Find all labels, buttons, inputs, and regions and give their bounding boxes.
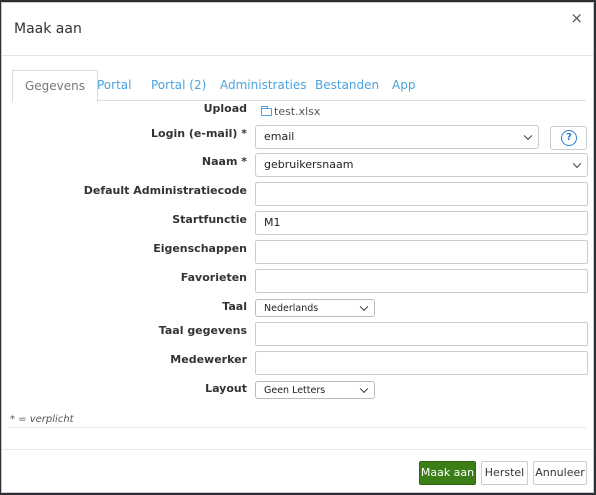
taal-gegevens-label: Taal gegevens	[158, 324, 247, 337]
startfunctie-input[interactable]: M1	[255, 211, 588, 235]
help-icon: ?	[561, 130, 577, 146]
reset-button[interactable]: Herstel	[481, 461, 528, 485]
default-admin-label: Default Administratiecode	[83, 184, 247, 197]
taal-select[interactable]: Nederlands	[255, 299, 375, 317]
upload-label: Upload	[203, 102, 247, 115]
required-note: * = verplicht	[10, 414, 74, 425]
dialog-title: Maak aan	[14, 21, 82, 37]
layout-select[interactable]: Geen Letters	[255, 381, 375, 399]
tab-portal[interactable]: Portal	[97, 70, 131, 101]
form-divider	[8, 427, 586, 428]
layout-select-value: Geen Letters	[264, 385, 326, 396]
naam-select-value: gebruikersnaam	[264, 158, 354, 171]
eigenschappen-label: Eigenschappen	[153, 242, 247, 255]
cancel-button[interactable]: Annuleer	[533, 461, 587, 485]
tab-bar: Gegevens Portal Portal (2) Administratie…	[12, 70, 586, 102]
login-select[interactable]: email	[255, 125, 539, 149]
medewerker-label: Medewerker	[170, 353, 247, 366]
upload-file-name: test.xlsx	[274, 105, 321, 118]
startfunctie-label: Startfunctie	[172, 213, 247, 226]
naam-select[interactable]: gebruikersnaam	[255, 153, 588, 177]
taal-gegevens-input[interactable]	[255, 322, 588, 346]
upload-file-link[interactable]: test.xlsx	[261, 105, 320, 118]
close-icon[interactable]: ×	[570, 9, 583, 27]
footer-divider	[2, 449, 593, 450]
create-dialog: Maak aan × Gegevens Portal Portal (2) Ad…	[1, 2, 594, 493]
create-button[interactable]: Maak aan	[419, 461, 476, 485]
tab-bestanden[interactable]: Bestanden	[315, 70, 379, 101]
taal-label: Taal	[222, 300, 247, 313]
tab-gegevens[interactable]: Gegevens	[12, 70, 99, 102]
chevron-down-icon	[359, 302, 369, 312]
folder-icon	[261, 106, 272, 116]
favorieten-input[interactable]	[255, 269, 588, 293]
help-button[interactable]: ?	[550, 126, 587, 150]
chevron-down-icon	[572, 159, 582, 169]
naam-label: Naam *	[201, 155, 247, 168]
login-label: Login (e-mail) *	[151, 127, 247, 140]
tab-app[interactable]: App	[392, 70, 415, 101]
layout-label: Layout	[205, 382, 247, 395]
dialog-header: Maak aan ×	[2, 3, 593, 56]
eigenschappen-input[interactable]	[255, 240, 588, 264]
login-select-value: email	[264, 130, 295, 143]
favorieten-label: Favorieten	[180, 271, 247, 284]
chevron-down-icon	[359, 384, 369, 394]
medewerker-input[interactable]	[255, 351, 588, 375]
taal-select-value: Nederlands	[264, 303, 319, 314]
default-admin-input[interactable]	[255, 182, 588, 206]
tab-portal-2[interactable]: Portal (2)	[151, 70, 206, 101]
tab-administraties[interactable]: Administraties	[220, 70, 307, 101]
chevron-down-icon	[523, 131, 533, 141]
